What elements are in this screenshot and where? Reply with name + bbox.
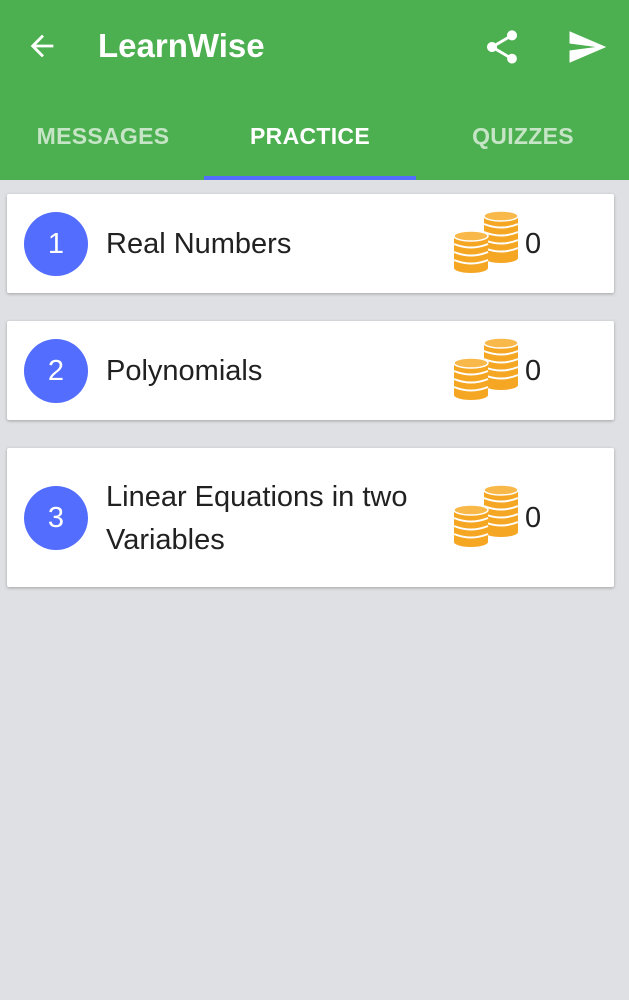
- chapter-name: Linear Equations in two Variables: [106, 481, 408, 556]
- chapter-list: 1 Real Numbers 0 2 Polynomials 0 3 Linea…: [7, 194, 614, 615]
- send-icon: [569, 31, 607, 63]
- list-item[interactable]: 3 Linear Equations in two Variables 0: [7, 448, 614, 587]
- send-button[interactable]: [562, 24, 612, 70]
- chapter-name: Polynomials: [106, 355, 263, 387]
- list-item[interactable]: 2 Polynomials 0: [7, 321, 614, 420]
- chapter-number-badge: 1: [24, 212, 88, 276]
- chapter-number-badge: 3: [24, 486, 88, 550]
- toolbar: LearnWise: [0, 0, 629, 96]
- tab-bar: MESSAGES PRACTICE QUIZZES: [0, 96, 629, 180]
- arrow-back-icon: [30, 34, 54, 58]
- tab-practice[interactable]: PRACTICE: [207, 96, 413, 180]
- coins-icon: [453, 210, 519, 273]
- chapter-number-badge: 2: [24, 339, 88, 403]
- share-button[interactable]: [478, 24, 526, 70]
- chapter-name: Real Numbers: [106, 228, 292, 260]
- coin-count: 0: [525, 355, 542, 387]
- back-button[interactable]: [20, 24, 64, 68]
- coins-icon: [453, 337, 519, 400]
- tab-messages[interactable]: MESSAGES: [0, 96, 206, 180]
- coin-count: 0: [525, 228, 542, 260]
- coins-icon: [453, 484, 519, 547]
- coin-count: 0: [525, 502, 542, 534]
- app-title: LearnWise: [98, 27, 265, 64]
- app-bar: LearnWise MESSAGES PRACTICE QUIZZES: [0, 0, 629, 180]
- list-item[interactable]: 1 Real Numbers 0: [7, 194, 614, 293]
- tab-quizzes[interactable]: QUIZZES: [420, 96, 626, 180]
- active-tab-indicator: [204, 176, 416, 180]
- share-icon: [487, 30, 517, 64]
